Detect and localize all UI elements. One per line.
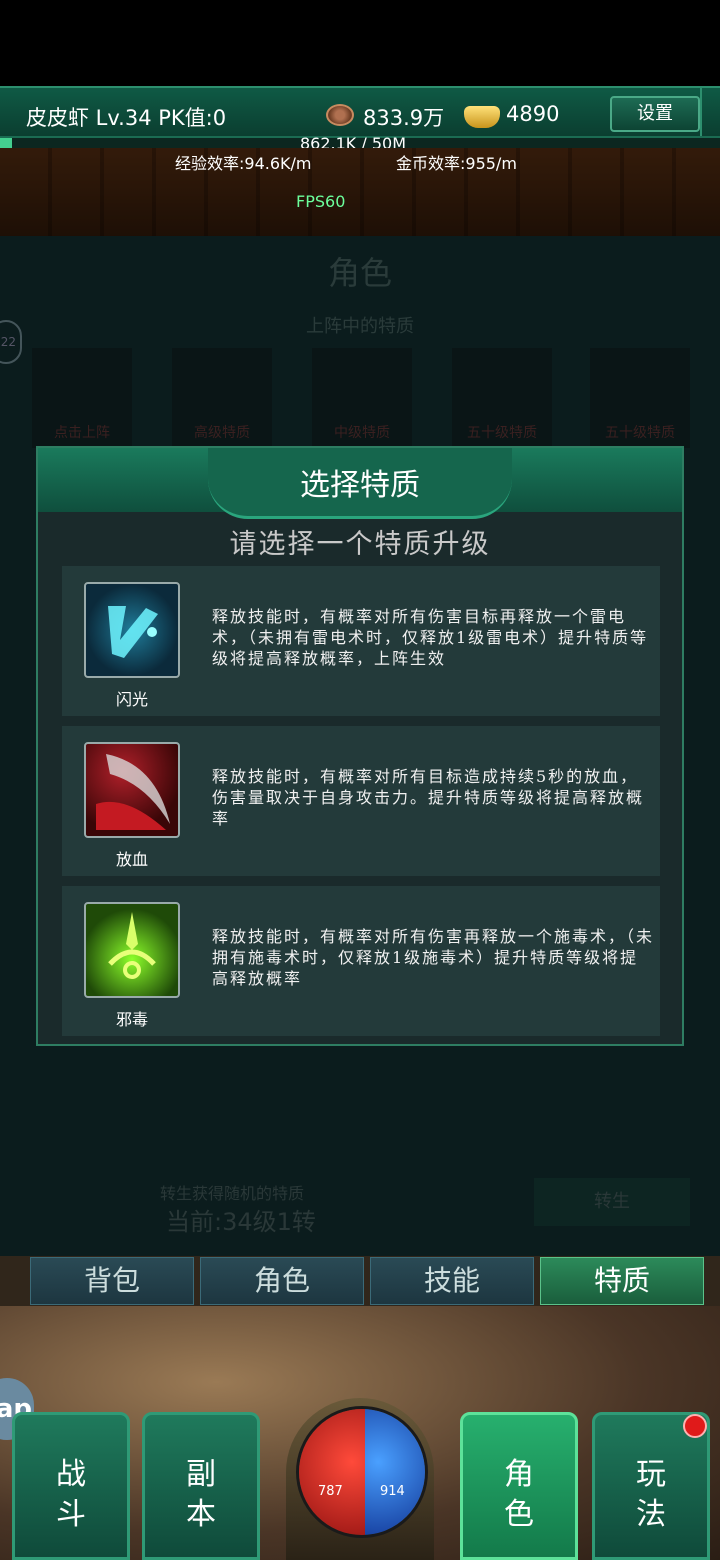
gold-amount: 833.9万 bbox=[363, 106, 445, 130]
ingot-amount: 4890 bbox=[506, 102, 560, 126]
hp-value: 787 bbox=[318, 1484, 343, 1499]
nav-battle-label: 战斗 bbox=[56, 1457, 86, 1532]
exp-rate: 经验效率:94.6K/m bbox=[175, 154, 312, 173]
trait-slot: 高级特质 bbox=[172, 348, 272, 448]
tab-character[interactable]: 角色 bbox=[200, 1257, 364, 1305]
player-name-level: 皮皮虾 Lv.34 PK值:0 bbox=[26, 106, 227, 130]
trait-slot-label: 五十级特质 bbox=[605, 425, 675, 441]
exp-progress-fill bbox=[0, 138, 13, 148]
mp-value: 914 bbox=[380, 1484, 405, 1499]
corner-ornament bbox=[700, 88, 720, 136]
gold-ingot-icon bbox=[464, 106, 500, 128]
trait-slot: 五十级特质 bbox=[590, 348, 690, 448]
trait-option-bleed[interactable]: 放血 释放技能时，有概率对所有目标造成持续5秒的放血，伤害量取决于自身攻击力。提… bbox=[62, 726, 660, 876]
nav-dungeon-label: 副本 bbox=[186, 1457, 216, 1532]
select-trait-dialog: 选择特质 请选择一个特质升级 闪光 释放技能时，有概率对所有伤害目标再释放一个雷… bbox=[36, 446, 684, 1046]
lightning-rune-icon bbox=[84, 582, 180, 678]
hp-half bbox=[299, 1409, 365, 1535]
mp-half bbox=[365, 1409, 425, 1535]
nav-dungeon-button[interactable]: 副本 bbox=[142, 1412, 260, 1560]
poison-sigil-icon bbox=[84, 902, 180, 998]
trait-slot: 五十级特质 bbox=[452, 348, 552, 448]
trait-slot-label: 五十级特质 bbox=[467, 425, 537, 441]
trait-option-flash[interactable]: 闪光 释放技能时，有概率对所有伤害目标再释放一个雷电术，（未拥有雷电术时，仅释放… bbox=[62, 566, 660, 716]
notification-dot bbox=[683, 1414, 707, 1438]
trait-description: 释放技能时，有概率对所有目标造成持续5秒的放血，伤害量取决于自身攻击力。提升特质… bbox=[212, 767, 645, 828]
settings-button[interactable]: 设置 bbox=[610, 96, 700, 132]
trait-option-poison[interactable]: 邪毒 释放技能时，有概率对所有伤害再释放一个施毒术，（未拥有施毒术时，仅释放1级… bbox=[62, 886, 660, 1036]
trait-slot: 中级特质 bbox=[312, 348, 412, 448]
trait-slot: 点击上阵 bbox=[32, 348, 132, 448]
trait-slot-label: 高级特质 bbox=[194, 425, 250, 441]
gold-rate: 金币效率:955/m bbox=[396, 154, 517, 173]
tab-traits[interactable]: 特质 bbox=[540, 1257, 704, 1305]
rebirth-hint: 转生获得随机的特质 bbox=[160, 1184, 305, 1203]
panel-tab-bar: 背包 角色 技能 特质 bbox=[0, 1256, 720, 1306]
trait-slot-label: 中级特质 bbox=[334, 425, 390, 441]
fps-counter: FPS60 bbox=[296, 192, 346, 211]
hp-mp-orb bbox=[296, 1406, 428, 1538]
rebirth-current: 当前:34级1转 bbox=[166, 1208, 316, 1236]
trait-slot-label: 点击上阵 bbox=[54, 425, 110, 441]
dialog-prompt: 请选择一个特质升级 bbox=[229, 529, 491, 560]
nav-play-label: 玩法 bbox=[636, 1457, 666, 1532]
panel-title: 角色 bbox=[327, 254, 392, 292]
trait-name: 放血 bbox=[115, 850, 148, 869]
bleeding-claw-icon bbox=[84, 742, 180, 838]
trait-description: 释放技能时，有概率对所有伤害目标再释放一个雷电术，（未拥有雷电术时，仅释放1级雷… bbox=[212, 607, 649, 668]
nav-character-button[interactable]: 角色 bbox=[460, 1412, 578, 1560]
nav-character-label: 角色 bbox=[504, 1457, 534, 1532]
trait-name: 闪光 bbox=[115, 690, 148, 709]
side-counter: 22 bbox=[0, 320, 22, 364]
dialog-title: 选择特质 bbox=[300, 468, 420, 503]
trait-description: 释放技能时，有概率对所有伤害再释放一个施毒术，（未拥有施毒术时，仅释放1级施毒术… bbox=[212, 927, 655, 988]
rebirth-button: 转生 bbox=[534, 1178, 690, 1226]
tab-bag[interactable]: 背包 bbox=[30, 1257, 194, 1305]
tab-skills[interactable]: 技能 bbox=[370, 1257, 534, 1305]
battle-scene-strip bbox=[0, 148, 720, 236]
equipped-traits-label: 上阵中的特质 bbox=[306, 316, 414, 337]
top-status-bar: 皮皮虾 Lv.34 PK值:0 833.9万 4890 设置 bbox=[0, 86, 720, 138]
coin-icon bbox=[326, 104, 354, 126]
trait-name: 邪毒 bbox=[115, 1010, 148, 1029]
nav-battle-button[interactable]: 战斗 bbox=[12, 1412, 130, 1560]
